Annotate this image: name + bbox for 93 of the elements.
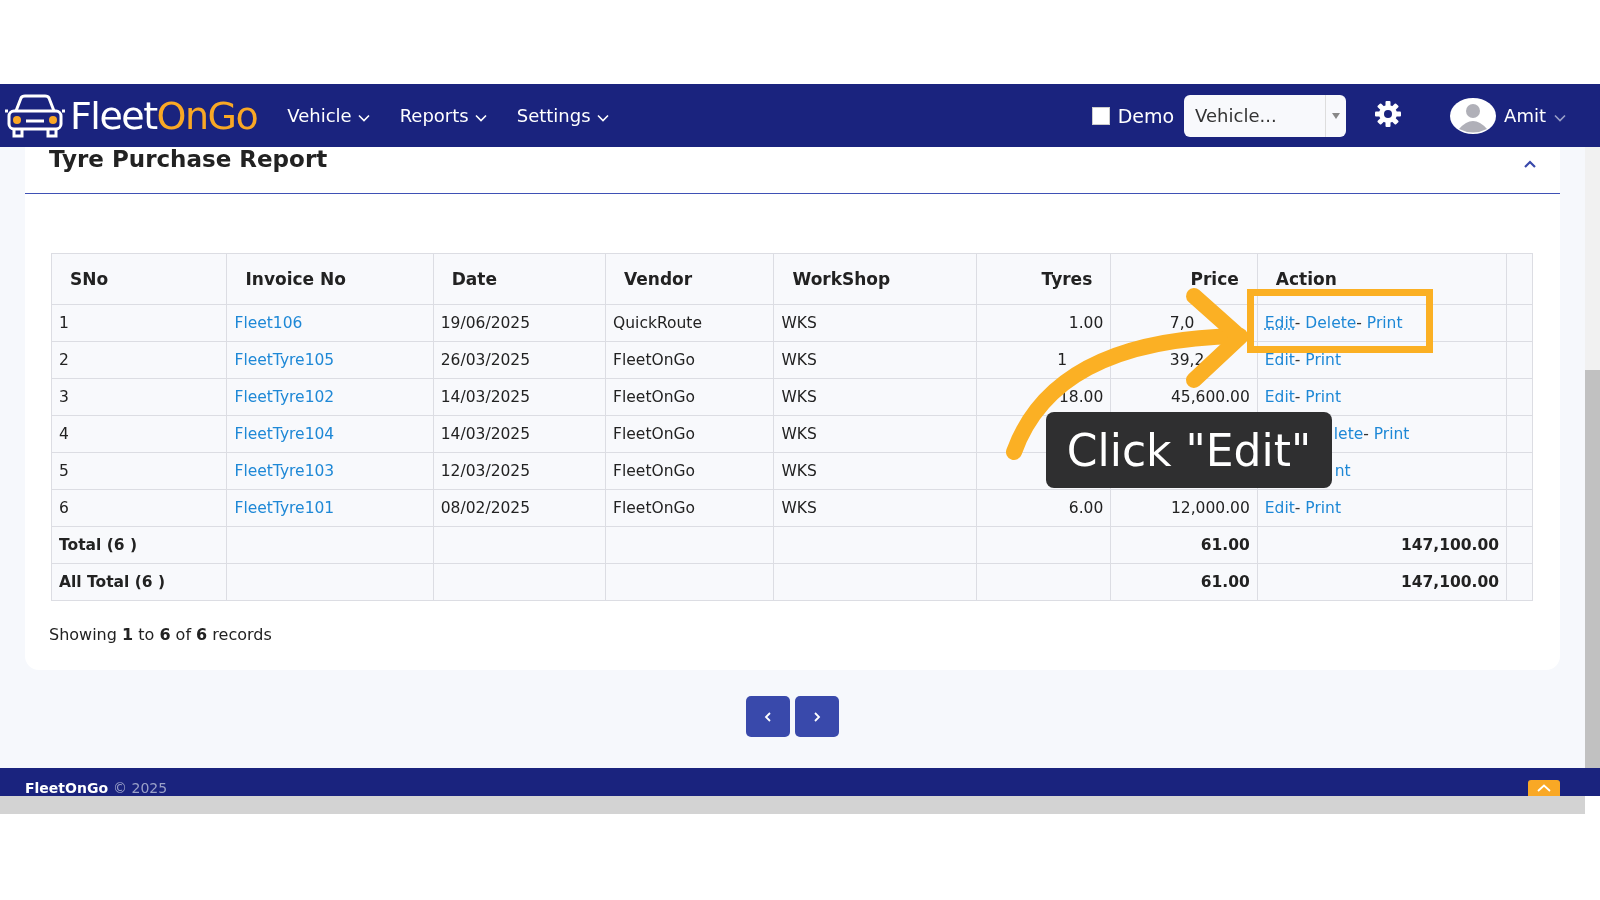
table-cell: 5 [59, 462, 69, 480]
action-link[interactable]: Print [1366, 314, 1403, 332]
table-cell: WKS [781, 425, 817, 443]
copyright-text: © 2025 [113, 780, 168, 796]
separator-text: - [1356, 314, 1363, 332]
table-cell: 3 [59, 388, 69, 406]
chevron-down-icon [1554, 114, 1566, 122]
table-cell: QuickRoute [613, 314, 702, 332]
table-cell: 2 [59, 351, 69, 369]
action-link[interactable]: Edit [1264, 499, 1295, 517]
table-cell: FleetOnGo [613, 425, 695, 443]
chevron-left-icon [764, 711, 772, 722]
action-link[interactable]: Edit [1264, 351, 1295, 369]
table-cell: 1 [59, 314, 69, 332]
brand-logo[interactable]: FleetOnGo [70, 93, 258, 138]
demo-checkbox[interactable] [1091, 106, 1110, 125]
total-price: 147,100.00 [1400, 536, 1499, 554]
user-menu[interactable]: Amit [1450, 97, 1566, 134]
action-link[interactable]: Edit [1264, 388, 1295, 406]
total-price: 147,100.00 [1400, 573, 1499, 591]
table-cell: FleetOnGo [613, 462, 695, 480]
menu-item[interactable]: Vehicle [287, 105, 370, 126]
next-page-button[interactable] [795, 696, 839, 737]
table-cell: 26/03/2025 [440, 351, 531, 369]
action-link[interactable]: nt [1334, 462, 1351, 480]
table-cell: 4 [59, 425, 69, 443]
table-cell: WKS [781, 462, 817, 480]
column-header: Price [1190, 269, 1239, 289]
table-cell: 08/02/2025 [440, 499, 531, 517]
vehicle-select[interactable]: Vehicle... [1184, 94, 1347, 137]
table-cell-text: 1 [1057, 351, 1069, 369]
column-header: Invoice No [245, 269, 346, 289]
table-cell: WKS [781, 388, 817, 406]
action-link[interactable]: Print [1305, 388, 1341, 406]
column-header: Tyres [1041, 269, 1093, 289]
caret-down-icon [1332, 112, 1341, 119]
scrollbar-thumb[interactable] [1585, 370, 1600, 768]
demo-label: Demo [1117, 104, 1175, 127]
column-header: Date [451, 269, 497, 289]
table-cell: 1.00 [1068, 314, 1104, 332]
car-icon [4, 92, 66, 139]
total-label: All Total (6 ) [59, 573, 166, 591]
column-header: SNo [70, 269, 109, 289]
settings-icon[interactable] [1374, 99, 1403, 128]
table-cell: FleetOnGo [613, 388, 695, 406]
column-header: WorkShop [792, 269, 891, 289]
collapse-icon[interactable] [1524, 160, 1536, 168]
table-cell-text: 7,0 [1169, 314, 1196, 332]
table-cell: 6.00 [1068, 499, 1104, 517]
chevron-right-icon [813, 711, 821, 722]
table-cell: WKS [781, 314, 817, 332]
chevron-up-icon [1537, 784, 1551, 792]
separator-text: - [1294, 499, 1302, 517]
table-cell: FleetOnGo [613, 499, 695, 517]
separator-text: - [1294, 351, 1302, 369]
column-header: Action [1275, 269, 1337, 289]
action-link[interactable]: Print [1373, 425, 1410, 443]
table-cell: WKS [781, 499, 817, 517]
action-link[interactable]: Edit [1264, 314, 1295, 332]
total-tyres: 61.00 [1200, 573, 1250, 591]
table-cell: WKS [781, 351, 817, 369]
menu-item[interactable]: Settings [516, 105, 609, 126]
avatar-icon [1450, 97, 1497, 134]
action-link[interactable]: lete [1333, 425, 1364, 443]
footer-brand[interactable]: FleetOnGo [25, 780, 109, 796]
total-tyres: 61.00 [1200, 536, 1250, 554]
chevron-down-icon [596, 114, 609, 122]
column-header: Vendor [624, 269, 693, 289]
separator-text: - [1363, 425, 1370, 443]
separator-text: - [1294, 314, 1302, 332]
table-cell: 12,000.00 [1170, 499, 1250, 517]
table-cell: 45,600.00 [1170, 388, 1250, 406]
menu-item[interactable]: Reports [399, 105, 487, 126]
report-title: Tyre Purchase Report [49, 147, 329, 171]
table-cell: 6 [59, 499, 69, 517]
horizontal-scrollbar[interactable] [0, 796, 1585, 814]
table-cell: 14/03/2025 [440, 425, 531, 443]
invoice-link[interactable]: Fleet106 [234, 314, 303, 332]
table-cell: FleetOnGo [613, 351, 695, 369]
records-summary: Showing 1 to 6 of 6 records [49, 625, 273, 644]
table-cell-text: 39,2 [1169, 351, 1206, 369]
total-label: Total (6 ) [59, 536, 138, 554]
separator-text: - [1294, 388, 1302, 406]
action-link[interactable]: Delete [1305, 314, 1357, 332]
callout-text: Click "Edit" [1046, 412, 1332, 488]
table-cell: 14/03/2025 [440, 388, 531, 406]
table-cell: 12/03/2025 [440, 462, 531, 480]
previous-page-button[interactable] [746, 696, 790, 737]
action-link[interactable]: Print [1305, 351, 1341, 369]
action-link[interactable]: Print [1305, 499, 1341, 517]
chevron-down-icon [474, 114, 487, 122]
chevron-down-icon [357, 114, 370, 122]
table-cell: 19/06/2025 [440, 314, 531, 332]
